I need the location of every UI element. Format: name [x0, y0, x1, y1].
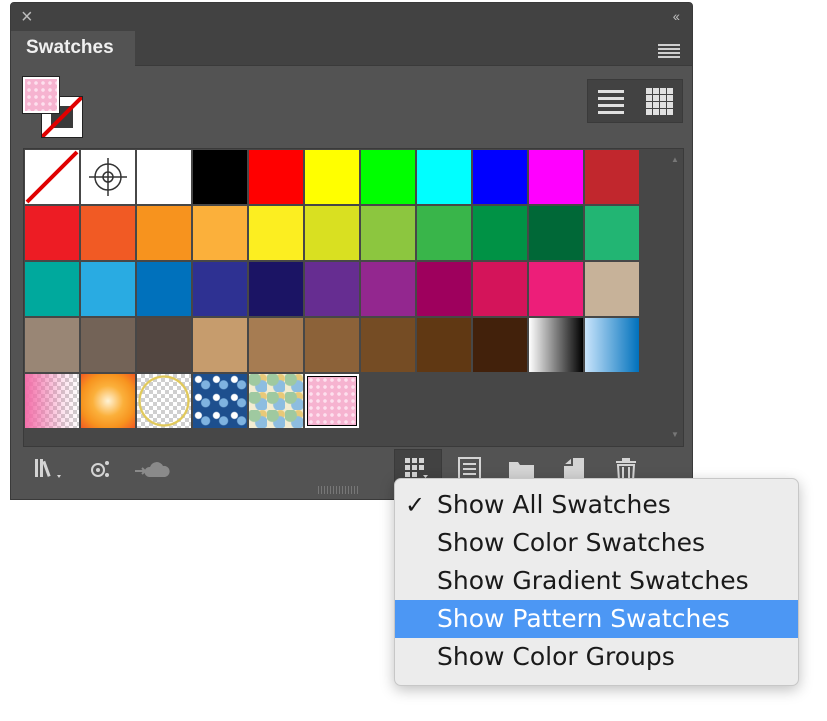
swatch-29[interactable]	[417, 262, 471, 316]
swatch-7[interactable]	[417, 150, 471, 204]
swatch-46[interactable]	[137, 374, 191, 428]
swatch-17[interactable]	[361, 206, 415, 260]
scroll-up-icon[interactable]: ▲	[671, 156, 679, 164]
swatch-30[interactable]	[473, 262, 527, 316]
swatch-27[interactable]	[305, 262, 359, 316]
swatch-grid: ▲ ▼	[23, 148, 684, 447]
swatch-43[interactable]	[585, 318, 639, 372]
swatch-28[interactable]	[361, 262, 415, 316]
menu-item-label: Show Color Swatches	[437, 528, 706, 557]
swatch-kinds-menu-icon	[405, 458, 428, 478]
panel-titlebar: × ‹‹	[11, 3, 692, 31]
swatch-32[interactable]	[585, 262, 639, 316]
swatch-35[interactable]	[137, 318, 191, 372]
checkmark-icon: ✓	[405, 491, 426, 519]
swatch-31[interactable]	[529, 262, 583, 316]
swatch-41[interactable]	[473, 318, 527, 372]
swatch-48[interactable]	[249, 374, 303, 428]
swatch-8[interactable]	[473, 150, 527, 204]
new-swatch-icon[interactable]	[562, 457, 586, 479]
cloud-library-icon[interactable]	[133, 457, 173, 479]
swatch-47[interactable]	[193, 374, 247, 428]
delete-swatch-icon[interactable]	[614, 457, 638, 479]
fill-swatch-indicator[interactable]	[22, 76, 60, 114]
swatch-19[interactable]	[473, 206, 527, 260]
swatches-panel: × ‹‹ Swatches ▲ ▼	[10, 2, 693, 500]
show-kinds-icon[interactable]	[89, 457, 113, 479]
menu-item-show-color-swatches[interactable]: Show Color Swatches	[395, 524, 798, 562]
swatch-49[interactable]	[305, 374, 359, 428]
swatch-kinds-menu: ✓ Show All Swatches Show Color Swatches Sho…	[394, 478, 799, 686]
swatch-21[interactable]	[585, 206, 639, 260]
swatch-24[interactable]	[137, 262, 191, 316]
swatch-42[interactable]	[529, 318, 583, 372]
swatch-38[interactable]	[305, 318, 359, 372]
menu-item-show-gradient-swatches[interactable]: Show Gradient Swatches	[395, 562, 798, 600]
grid-view-icon[interactable]	[646, 88, 674, 116]
swatch-4[interactable]	[249, 150, 303, 204]
menu-item-label: Show Pattern Swatches	[437, 604, 730, 633]
registration-mark-icon	[89, 158, 127, 196]
tab-strip	[135, 31, 692, 66]
swatch-44[interactable]	[25, 374, 79, 428]
menu-item-label: Show Gradient Swatches	[437, 566, 749, 595]
swatch-6[interactable]	[361, 150, 415, 204]
new-color-group-icon[interactable]	[508, 457, 536, 479]
menu-item-show-pattern-swatches[interactable]: Show Pattern Swatches	[395, 600, 798, 638]
list-view-icon[interactable]	[598, 90, 624, 118]
swatch-5[interactable]	[305, 150, 359, 204]
swatch-11[interactable]	[25, 206, 79, 260]
swatch-25[interactable]	[193, 262, 247, 316]
swatch-40[interactable]	[417, 318, 471, 372]
resize-grip[interactable]	[318, 486, 360, 494]
menu-item-show-color-groups[interactable]: Show Color Groups	[395, 638, 798, 676]
swatch-34[interactable]	[81, 318, 135, 372]
swatch-22[interactable]	[25, 262, 79, 316]
swatch-20[interactable]	[529, 206, 583, 260]
swatch-39[interactable]	[361, 318, 415, 372]
scrollbar[interactable]: ▲ ▼	[671, 156, 679, 439]
close-icon[interactable]: ×	[21, 6, 33, 28]
menu-item-show-all-swatches[interactable]: ✓ Show All Swatches	[395, 486, 798, 524]
swatch-3[interactable]	[193, 150, 247, 204]
swatch-10[interactable]	[585, 150, 639, 204]
swatch-18[interactable]	[417, 206, 471, 260]
swatch-13[interactable]	[137, 206, 191, 260]
swatch-36[interactable]	[193, 318, 247, 372]
none-swatch-icon	[25, 150, 79, 204]
swatch-12[interactable]	[81, 206, 135, 260]
swatch-0[interactable]	[25, 150, 79, 204]
panel-menu-icon[interactable]	[658, 44, 680, 60]
swatch-23[interactable]	[81, 262, 135, 316]
menu-item-label: Show Color Groups	[437, 642, 675, 671]
swatch-14[interactable]	[193, 206, 247, 260]
swatch-1[interactable]	[81, 150, 135, 204]
scroll-down-icon[interactable]: ▼	[671, 431, 679, 439]
swatch-16[interactable]	[305, 206, 359, 260]
swatch-options-icon[interactable]	[458, 457, 482, 479]
tab-swatches[interactable]: Swatches	[14, 31, 135, 65]
swatch-33[interactable]	[25, 318, 79, 372]
swatch-45[interactable]	[81, 374, 135, 428]
collapse-panel-icon[interactable]: ‹‹	[673, 8, 680, 24]
view-toggle	[587, 79, 683, 123]
swatch-37[interactable]	[249, 318, 303, 372]
swatch-26[interactable]	[249, 262, 303, 316]
swatch-9[interactable]	[529, 150, 583, 204]
menu-item-label: Show All Swatches	[437, 490, 671, 519]
swatch-2[interactable]	[137, 150, 191, 204]
swatch-libraries-icon[interactable]	[33, 457, 67, 479]
swatch-15[interactable]	[249, 206, 303, 260]
